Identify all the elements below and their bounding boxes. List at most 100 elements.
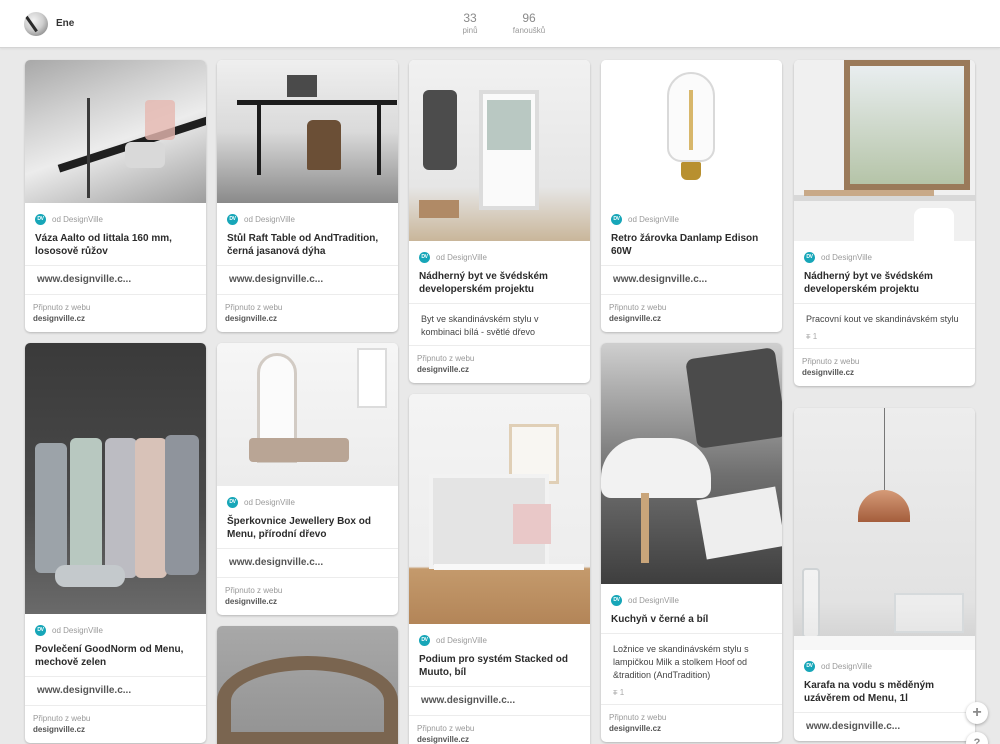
pin-source[interactable]: od DesignVille	[628, 596, 679, 605]
pin-source[interactable]: od DesignVille	[821, 662, 872, 671]
pin-title[interactable]: Povlečení GoodNorm od Menu, mechově zele…	[25, 638, 206, 676]
pin-title[interactable]: Nádherný byt ve švédském developerském p…	[409, 265, 590, 303]
pin-footer: Připnuto z webu designville.cz	[601, 294, 782, 332]
pin-card: DV od DesignVille Šperkovnice Jewellery B…	[217, 343, 398, 615]
pin-link[interactable]: www.designville.c...	[217, 548, 398, 577]
pin-image[interactable]	[794, 60, 975, 241]
designville-logo-icon: DV	[35, 624, 46, 636]
pin-footer: Připnuto z webu designville.cz	[25, 705, 206, 743]
pin-description: Byt ve skandinávském stylu v kombinaci b…	[409, 303, 590, 345]
pin-card: DV od DesignVille Nádherný byt ve švédské…	[409, 60, 590, 383]
pin-source[interactable]: od DesignVille	[436, 253, 487, 262]
pin-link[interactable]: www.designville.c...	[217, 265, 398, 294]
pin-link[interactable]: www.designville.c...	[409, 686, 590, 715]
pin-footer: Připnuto z webu designville.cz	[25, 294, 206, 332]
pin-footer: Připnuto z webu designville.cz	[217, 294, 398, 332]
profile-header: Ene 33 pinů 96 fanoušků	[0, 0, 1000, 48]
fans-count-stat[interactable]: 96 fanoušků	[506, 11, 552, 37]
pin-title[interactable]: Šperkovnice Jewellery Box od Menu, příro…	[217, 510, 398, 548]
pinned-from-label: Připnuto z webu	[417, 354, 475, 363]
pin-card: DV od DesignVille Retro žárovka Danlamp E…	[601, 60, 782, 332]
pin-source[interactable]: od DesignVille	[436, 636, 487, 645]
repin-icon: ⩨	[806, 332, 811, 341]
pin-source[interactable]: od DesignVille	[628, 215, 679, 224]
pin-title[interactable]: Stůl Raft Table od AndTradition, černá j…	[217, 227, 398, 265]
pin-source[interactable]: od DesignVille	[52, 626, 103, 635]
pins-count: 33	[463, 11, 477, 25]
pin-card: DV od DesignVille Nádherný byt ve švédské…	[794, 60, 975, 386]
pin-card: DV od DesignVille Váza Aalto od Iittala 1…	[25, 60, 206, 332]
designville-logo-icon: DV	[35, 213, 46, 225]
pinned-from-site[interactable]: designville.cz	[225, 596, 390, 607]
fans-label: fanoušků	[512, 26, 546, 35]
pin-link[interactable]: www.designville.c...	[25, 265, 206, 294]
pinned-from-site[interactable]: designville.cz	[609, 313, 774, 324]
pinned-from-site[interactable]: designville.cz	[609, 723, 774, 734]
pin-link[interactable]: www.designville.c...	[25, 676, 206, 705]
pin-card: DV od DesignVille Podium pro systém Stack…	[409, 394, 590, 744]
designville-logo-icon: DV	[611, 594, 622, 606]
pin-card: DV od DesignVille Kuchyň v černé a bíl Lo…	[601, 343, 782, 742]
pin-title[interactable]: Karafa na vodu s měděným uzávěrem od Men…	[794, 674, 975, 712]
pinned-from-site[interactable]: designville.cz	[33, 313, 198, 324]
pins-label: pinů	[462, 26, 478, 35]
pin-description: Ložnice ve skandinávském stylu s lampičk…	[601, 633, 782, 688]
repin-number: 1	[619, 688, 625, 697]
pin-title[interactable]: Podium pro systém Stacked od Muuto, bíl	[409, 648, 590, 686]
pin-title[interactable]: Nádherný byt ve švédském developerském p…	[794, 265, 975, 303]
pinned-from-site[interactable]: designville.cz	[33, 724, 198, 735]
pinned-from-label: Připnuto z webu	[225, 303, 283, 312]
designville-logo-icon: DV	[611, 213, 622, 225]
fans-count: 96	[522, 11, 536, 25]
repin-number: 1	[812, 332, 818, 341]
pinned-from-label: Připnuto z webu	[802, 357, 860, 366]
pin-image[interactable]	[409, 60, 590, 241]
pinned-from-site[interactable]: designville.cz	[802, 367, 967, 378]
pin-source[interactable]: od DesignVille	[52, 215, 103, 224]
avatar[interactable]	[24, 12, 48, 36]
pin-source[interactable]: od DesignVille	[244, 498, 295, 507]
pin-card: DV od DesignVille Povlečení GoodNorm od M…	[25, 343, 206, 743]
pins-count-stat[interactable]: 33 pinů	[456, 11, 484, 37]
pin-image[interactable]	[217, 60, 398, 203]
pinned-from-site[interactable]: designville.cz	[225, 313, 390, 324]
pinned-from-label: Připnuto z webu	[33, 714, 91, 723]
pin-title[interactable]: Váza Aalto od Iittala 160 mm, lososově r…	[25, 227, 206, 265]
pin-link[interactable]: www.designville.c...	[601, 265, 782, 294]
pin-card: DV od DesignVille Stůl Raft Table od AndT…	[217, 60, 398, 332]
pin-title[interactable]: Kuchyň v černé a bíl	[601, 608, 782, 633]
designville-logo-icon: DV	[227, 496, 238, 508]
pin-image[interactable]	[601, 343, 782, 584]
pinned-from-site[interactable]: designville.cz	[417, 734, 582, 744]
designville-logo-icon: DV	[419, 634, 430, 646]
pinned-from-site[interactable]: designville.cz	[417, 364, 582, 375]
designville-logo-icon: DV	[227, 213, 238, 225]
repin-icon: ⩨	[613, 688, 618, 697]
pin-source[interactable]: od DesignVille	[821, 253, 872, 262]
pin-link[interactable]: www.designville.c...	[794, 712, 975, 741]
pin-title[interactable]: Retro žárovka Danlamp Edison 60W	[601, 227, 782, 265]
pin-image[interactable]	[794, 408, 975, 650]
pin-footer: Připnuto z webu designville.cz	[409, 715, 590, 744]
pin-source[interactable]: od DesignVille	[244, 215, 295, 224]
pin-card	[217, 626, 398, 744]
pin-image[interactable]	[217, 626, 398, 744]
help-button[interactable]: ?	[966, 732, 988, 744]
pin-image[interactable]	[217, 343, 398, 486]
profile-name[interactable]: Ene	[56, 18, 74, 29]
pin-image[interactable]	[409, 394, 590, 624]
pin-image[interactable]	[25, 60, 206, 203]
repin-count: ⩨ 1	[794, 332, 975, 348]
pinned-from-label: Připnuto z webu	[225, 586, 283, 595]
pin-image[interactable]	[25, 343, 206, 614]
designville-logo-icon: DV	[804, 251, 815, 263]
pinned-from-label: Připnuto z webu	[417, 724, 475, 733]
add-pin-button[interactable]: +	[966, 702, 988, 724]
pin-description: Pracovní kout ve skandinávském stylu	[794, 303, 975, 332]
pin-card: DV od DesignVille Karafa na vodu s měděný…	[794, 408, 975, 741]
pin-footer: Připnuto z webu designville.cz	[409, 345, 590, 383]
pinned-from-label: Připnuto z webu	[33, 303, 91, 312]
pin-image[interactable]	[601, 60, 782, 203]
pin-footer: Připnuto z webu designville.cz	[794, 348, 975, 386]
pinned-from-label: Připnuto z webu	[609, 713, 667, 722]
